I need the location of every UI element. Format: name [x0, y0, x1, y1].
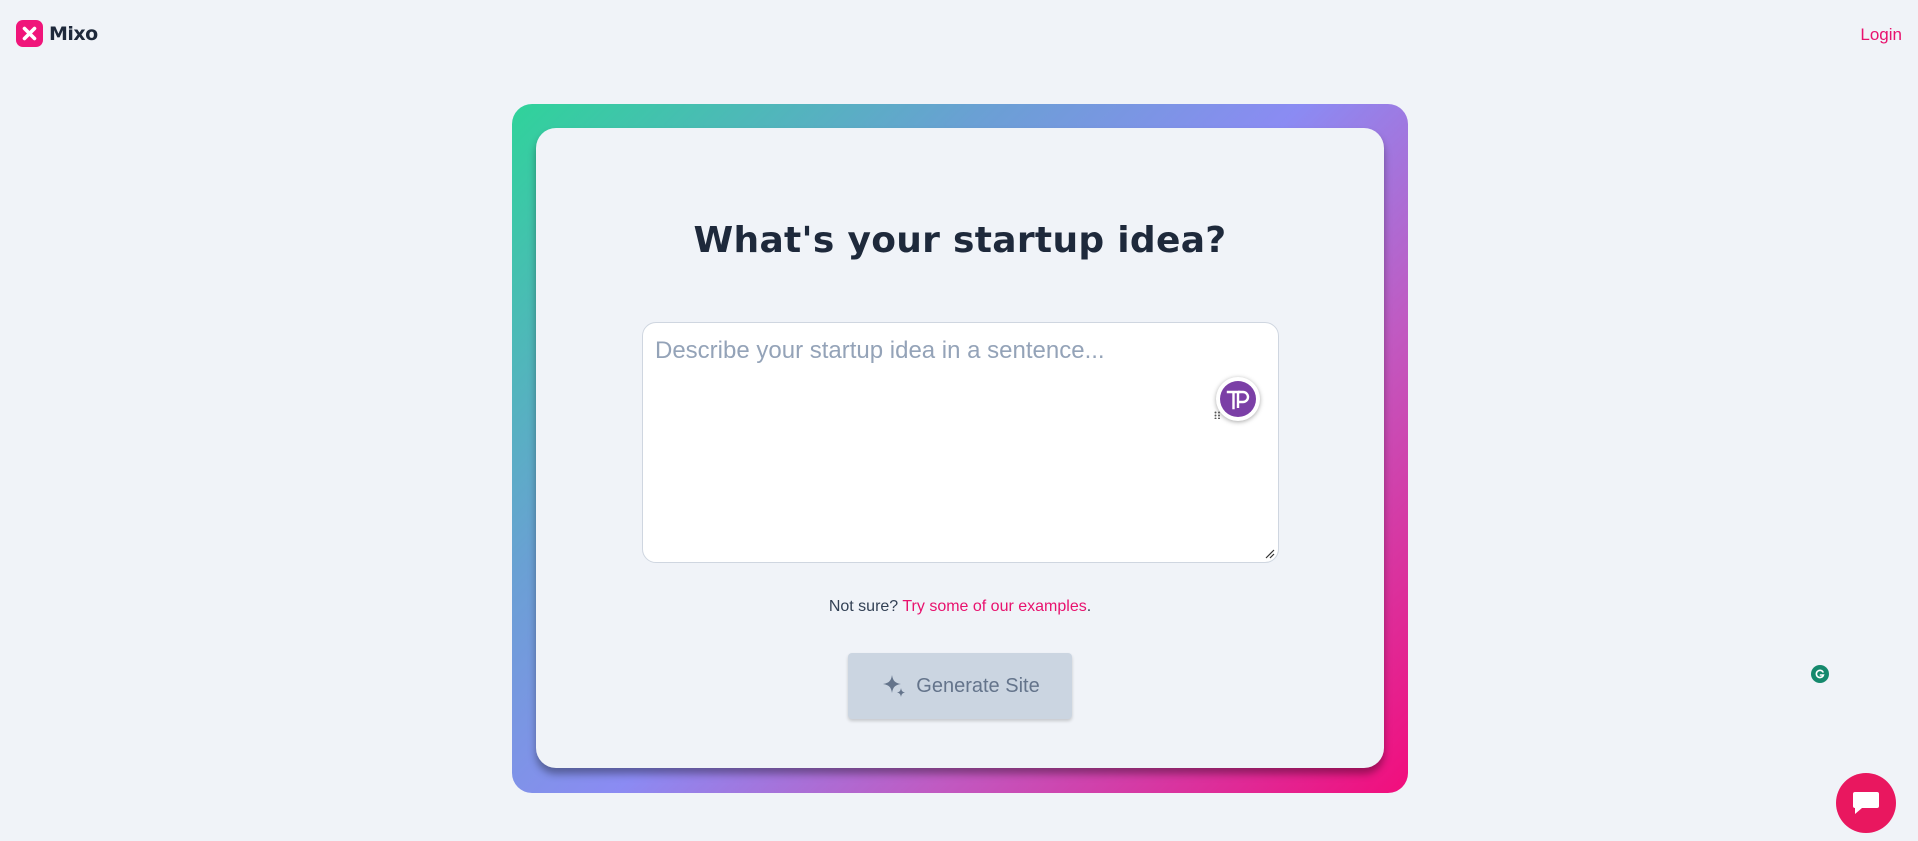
mixo-logo[interactable]: Mixo	[16, 20, 98, 47]
close-x-icon	[16, 20, 43, 47]
page-title: What's your startup idea?	[693, 220, 1227, 261]
idea-input-wrapper	[642, 322, 1279, 563]
tp-extension-icon[interactable]	[1214, 377, 1260, 421]
generate-site-button[interactable]: Generate Site	[848, 653, 1072, 719]
brand-name: Mixo	[49, 22, 98, 45]
top-bar: Mixo Login	[0, 0, 1918, 70]
helper-suffix: .	[1086, 598, 1092, 615]
drag-handle-icon[interactable]	[1214, 411, 1222, 419]
sparkle-icon	[883, 675, 906, 697]
generate-site-label: Generate Site	[916, 674, 1040, 697]
examples-link[interactable]: Try some of our examples	[902, 598, 1086, 615]
helper-prefix: Not sure?	[828, 598, 899, 615]
startup-idea-input[interactable]	[643, 323, 1278, 562]
examples-helper: Not sure? Try some of our examples.	[536, 598, 1384, 616]
idea-card: What's your startup idea? Not sure? Try …	[536, 128, 1384, 768]
grammarly-icon[interactable]	[1811, 665, 1829, 683]
chat-bubble-icon[interactable]	[1836, 773, 1896, 833]
resize-handle-icon[interactable]	[1263, 547, 1275, 559]
login-link[interactable]: Login	[1860, 25, 1902, 45]
